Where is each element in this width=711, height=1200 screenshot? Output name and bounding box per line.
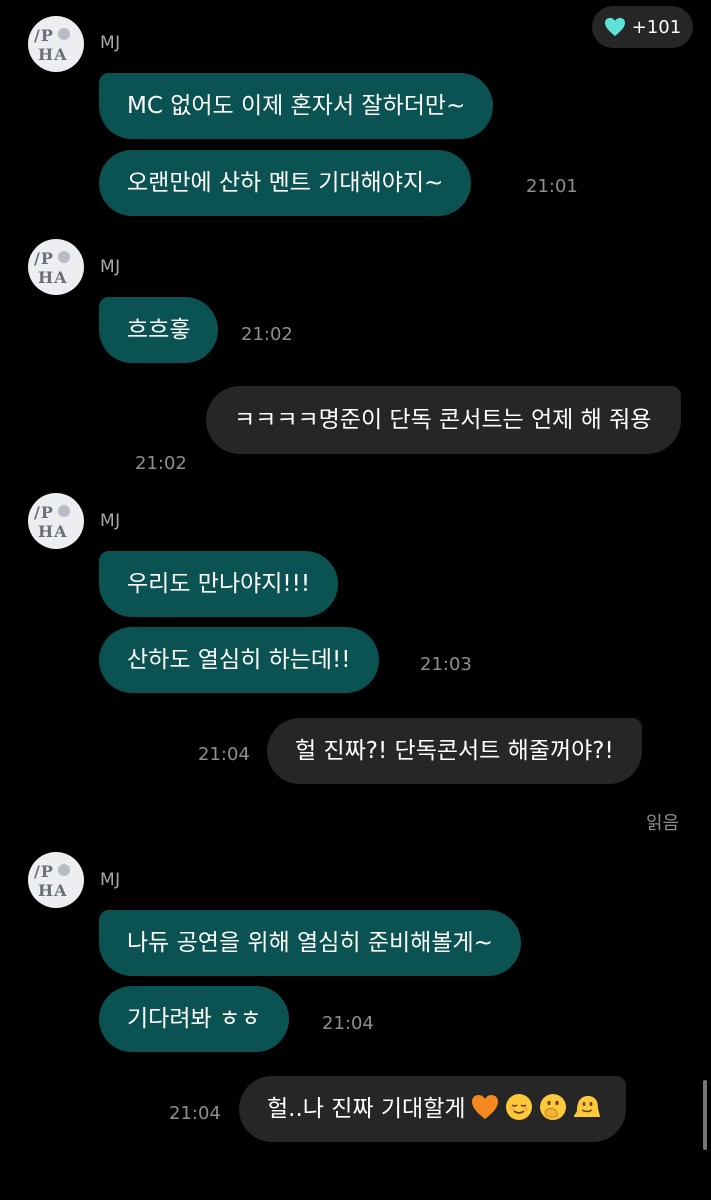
avatar-image: /P HA bbox=[34, 860, 78, 900]
message-timestamp: 21:01 bbox=[526, 176, 578, 197]
melting-face-icon bbox=[573, 1096, 600, 1117]
reaction-counter[interactable]: +101 bbox=[592, 6, 693, 48]
sender-name: MJ bbox=[100, 257, 121, 277]
sender-name: MJ bbox=[100, 511, 121, 531]
sender-name: MJ bbox=[100, 33, 121, 53]
message-bubble[interactable]: 기다려봐 ㅎㅎ bbox=[99, 986, 290, 1052]
face-with-hand-over-mouth-icon bbox=[539, 1094, 566, 1120]
avatar[interactable]: /P HA bbox=[28, 493, 84, 549]
svg-text:HA: HA bbox=[38, 881, 68, 900]
message-bubble[interactable]: 나듀 공연을 위해 열심히 준비해볼게~ bbox=[99, 910, 521, 976]
message-timestamp: 21:04 bbox=[169, 1103, 221, 1124]
svg-text:/P: /P bbox=[34, 249, 54, 268]
message-bubble[interactable]: 우리도 만나야지!!! bbox=[99, 551, 339, 617]
read-status: 읽음 bbox=[646, 813, 680, 834]
svg-text:/P: /P bbox=[34, 26, 54, 45]
sender-name: MJ bbox=[100, 870, 121, 890]
relieved-face-icon bbox=[505, 1094, 532, 1120]
message-bubble[interactable]: MC 없어도 이제 혼자서 잘하더만~ bbox=[99, 73, 494, 139]
avatar[interactable]: /P HA bbox=[28, 239, 84, 295]
message-timestamp: 21:04 bbox=[322, 1013, 374, 1034]
message-text: 헐..나 진짜 기대할게 bbox=[267, 1096, 466, 1122]
reaction-count: +101 bbox=[631, 16, 682, 38]
svg-text:/P: /P bbox=[34, 503, 54, 522]
avatar-image: /P HA bbox=[34, 24, 78, 64]
message-timestamp: 21:03 bbox=[420, 654, 472, 675]
avatar-image: /P HA bbox=[34, 247, 78, 287]
orange-heart-icon bbox=[471, 1095, 498, 1119]
message-timestamp: 21:02 bbox=[241, 324, 293, 345]
message-bubble[interactable]: 흐흐흫 bbox=[99, 297, 219, 363]
svg-text:/P: /P bbox=[34, 862, 54, 881]
svg-text:HA: HA bbox=[38, 45, 68, 64]
avatar[interactable]: /P HA bbox=[28, 852, 84, 908]
message-bubble[interactable]: 오랜만에 산하 멘트 기대해야지~ bbox=[99, 150, 472, 216]
message-bubble[interactable]: 산하도 열심히 하는데!! bbox=[99, 627, 379, 693]
scrollbar[interactable] bbox=[703, 1080, 707, 1150]
svg-text:HA: HA bbox=[38, 268, 68, 287]
message-timestamp: 21:02 bbox=[135, 453, 187, 474]
message-bubble-outgoing[interactable]: 헐 진짜?! 단독콘서트 해줄꺼야?! bbox=[267, 718, 642, 784]
avatar[interactable]: /P HA bbox=[28, 16, 84, 72]
heart-icon bbox=[604, 17, 625, 37]
message-bubble-outgoing[interactable]: 헐..나 진짜 기대할게 bbox=[239, 1076, 626, 1142]
svg-text:HA: HA bbox=[38, 522, 68, 541]
avatar-image: /P HA bbox=[34, 501, 78, 541]
message-bubble-outgoing[interactable]: ㅋㅋㅋㅋ명준이 단독 콘서트는 언제 해 줘용 bbox=[206, 386, 681, 454]
message-timestamp: 21:04 bbox=[198, 744, 250, 765]
